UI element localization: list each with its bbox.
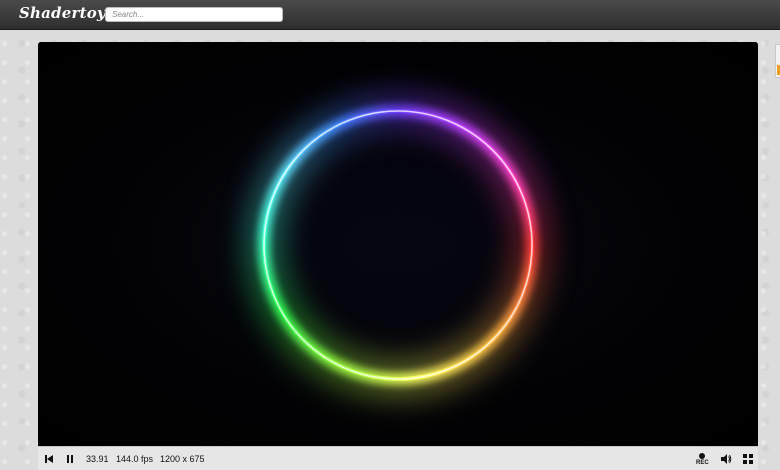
pause-icon bbox=[67, 455, 73, 463]
shader-player: 33.91 144.0 fps 1200 x 675 REC bbox=[38, 42, 758, 470]
record-button[interactable]: REC bbox=[696, 447, 709, 470]
resolution-display: 1200 x 675 bbox=[160, 454, 205, 464]
fullscreen-icon bbox=[743, 454, 753, 464]
fullscreen-button[interactable] bbox=[742, 447, 754, 470]
volume-button[interactable] bbox=[720, 447, 732, 470]
player-controls-bar: 33.91 144.0 fps 1200 x 675 REC bbox=[38, 446, 758, 470]
shadertoy-logo[interactable]: Shadertoy bbox=[19, 4, 106, 22]
skip-back-icon bbox=[45, 455, 53, 463]
top-navigation-bar: Shadertoy bbox=[0, 0, 780, 30]
time-display: 33.91 bbox=[86, 454, 109, 464]
shader-canvas[interactable] bbox=[38, 42, 758, 446]
record-label: REC bbox=[696, 460, 709, 466]
volume-icon bbox=[721, 454, 732, 464]
rewind-button[interactable] bbox=[43, 447, 55, 470]
side-panel-tab[interactable] bbox=[775, 44, 780, 78]
pause-button[interactable] bbox=[64, 447, 76, 470]
record-icon bbox=[699, 453, 706, 459]
search-input[interactable] bbox=[105, 7, 283, 22]
fps-display: 144.0 fps bbox=[116, 454, 154, 464]
